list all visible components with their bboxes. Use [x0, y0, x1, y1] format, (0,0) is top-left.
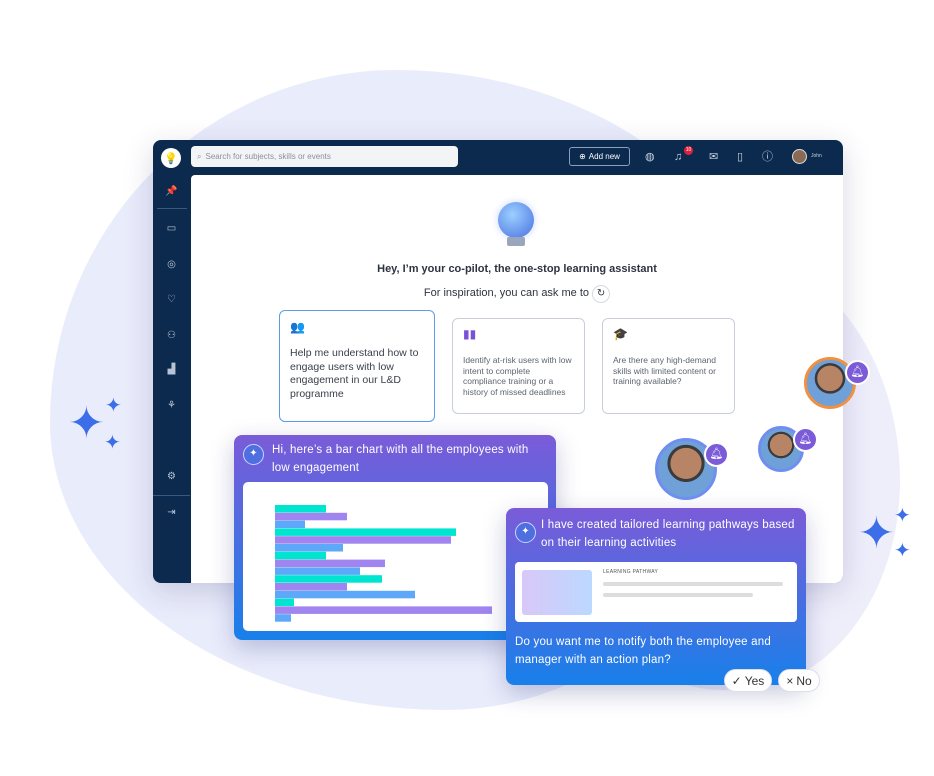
inspiration-text: For inspiration, you can ask me to ↻	[191, 285, 843, 303]
check-icon: ✓	[731, 673, 742, 688]
add-new-label: Add new	[588, 152, 620, 161]
ai-sparkle-icon: ✦	[515, 522, 536, 543]
bar-chart	[275, 505, 492, 622]
placeholder-line	[603, 593, 753, 597]
suggestion-card[interactable]: 🎓 Are there any high-demand skills with …	[602, 318, 735, 414]
globe-icon[interactable]: ◍	[645, 149, 655, 165]
chat-question: Do you want me to notify both the employ…	[515, 636, 771, 666]
close-icon: ×	[786, 673, 794, 688]
no-label: No	[796, 673, 812, 688]
bookmark-icon[interactable]: ▯	[737, 149, 743, 165]
suggestion-card[interactable]: 👥 Help me understand how to engage users…	[279, 310, 435, 422]
bar	[275, 559, 385, 568]
bar	[275, 590, 415, 599]
analytics-icon[interactable]: ▟	[153, 364, 190, 375]
chart-panel	[243, 482, 548, 631]
bar-chart-icon: ▮▮	[463, 327, 477, 341]
sidebar-divider	[157, 208, 187, 209]
graduation-cap-icon: 🎓	[613, 327, 628, 341]
learning-pathway-card[interactable]: LEARNING PATHWAY	[515, 562, 797, 622]
search-placeholder: Search for subjects, skills or events	[205, 152, 331, 161]
logo-bulb-icon[interactable]: 💡	[161, 148, 181, 168]
skills-icon[interactable]: ♡	[153, 294, 190, 305]
sparkle-icon: ✦	[858, 509, 895, 558]
add-new-button[interactable]: ⊕ Add new	[569, 147, 630, 166]
sparkle-icon: ✦	[105, 395, 122, 417]
target-icon[interactable]: ◎	[153, 259, 190, 270]
org-chart-icon[interactable]: ⚘	[153, 400, 190, 411]
sparkle-icon: ✦	[104, 432, 121, 454]
bar	[275, 512, 347, 521]
collapse-icon[interactable]: ⇥	[153, 507, 190, 518]
pathway-thumbnail	[522, 570, 592, 615]
placeholder-line	[603, 582, 783, 586]
notification-badge: 10	[684, 146, 693, 155]
bar	[275, 520, 305, 529]
sparkle-icon: ✦	[894, 540, 911, 562]
users-gear-icon: 👥	[290, 320, 305, 334]
bar	[275, 575, 382, 583]
mascot-base	[507, 237, 525, 246]
card-text: Identify at-risk users with low intent t…	[463, 355, 572, 397]
sparkle-icon: ✦	[894, 505, 911, 527]
sparkle-icon: ✦	[68, 399, 105, 448]
bell-icon[interactable]: ♫	[674, 149, 682, 165]
chat-message: I have created tailored learning pathway…	[541, 519, 795, 549]
bar	[275, 528, 456, 536]
bar	[275, 544, 343, 552]
notify-bell-icon: 🔔︎	[704, 442, 729, 467]
bar	[275, 598, 294, 607]
mail-icon[interactable]: ✉	[709, 149, 718, 165]
plus-circle-icon: ⊕	[579, 152, 586, 161]
sidebar-divider	[153, 495, 190, 496]
suggestion-card[interactable]: ▮▮ Identify at-risk users with low inten…	[452, 318, 585, 414]
yes-button[interactable]: ✓ Yes	[724, 669, 772, 692]
bar	[275, 567, 360, 575]
bar	[275, 614, 291, 622]
card-text: Help me understand how to engage users w…	[290, 347, 419, 400]
bar	[275, 551, 326, 560]
top-bar: 💡 ⌕ Search for subjects, skills or events…	[153, 140, 843, 175]
user-name[interactable]: John	[811, 153, 822, 159]
bar	[275, 505, 326, 513]
card-text: Are there any high-demand skills with li…	[613, 355, 717, 386]
copilot-mascot-icon	[498, 202, 534, 238]
search-input[interactable]: ⌕ Search for subjects, skills or events	[191, 146, 458, 167]
search-icon: ⌕	[197, 151, 202, 161]
refresh-icon[interactable]: ↻	[592, 285, 611, 303]
bar	[275, 583, 347, 591]
notify-bell-icon: 🔔︎	[845, 360, 870, 385]
chat-message: Hi, here’s a bar chart with all the empl…	[272, 444, 529, 474]
pin-icon[interactable]: 📌	[153, 186, 190, 197]
bar	[275, 606, 492, 614]
greeting-heading: Hey, I’m your co-pilot, the one-stop lea…	[377, 263, 657, 275]
user-avatar[interactable]	[792, 149, 807, 164]
bar	[275, 536, 451, 544]
people-icon[interactable]: ⚇	[153, 330, 190, 341]
no-button[interactable]: × No	[778, 669, 820, 692]
inspiration-label: For inspiration, you can ask me to	[423, 287, 589, 299]
gear-icon[interactable]: ⚙	[153, 471, 190, 482]
notify-bell-icon: 🔔︎	[793, 427, 818, 452]
help-icon[interactable]: ⓘ	[762, 149, 773, 165]
sidebar: 📌 ▭ ◎ ♡ ⚇ ▟ ⚘ ⚙ ⇥	[153, 175, 190, 583]
pathway-label: LEARNING PATHWAY	[603, 569, 659, 575]
yes-label: Yes	[744, 673, 765, 688]
chat-pathway-message: ✦ I have created tailored learning pathw…	[506, 508, 806, 685]
ai-sparkle-icon: ✦	[243, 444, 264, 465]
courses-icon[interactable]: ▭	[153, 223, 190, 234]
